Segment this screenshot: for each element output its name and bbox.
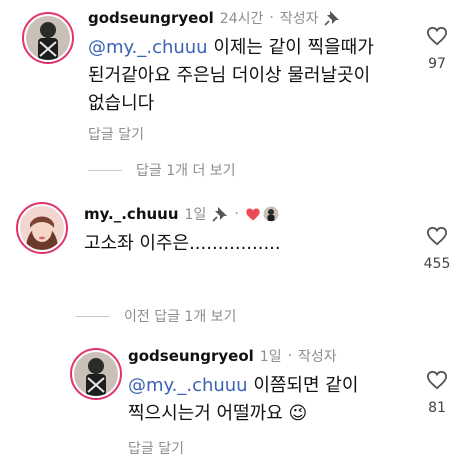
thread-line — [76, 315, 110, 317]
comment-text-line: 찍으시는거 어떨까요 — [128, 403, 283, 424]
comment-text-line: 된거같아요 주은님 더이상 물러날곳이 — [88, 65, 371, 86]
separator-dot: · — [269, 10, 274, 26]
comment-text: @my._.chuuu 이쯤되면 같이 찍으시는거 어떨까요 😉 — [128, 372, 408, 428]
pin-icon — [324, 11, 340, 26]
avatar[interactable] — [16, 202, 68, 254]
like-count: 81 — [428, 400, 446, 416]
author-label: 작성자 — [298, 349, 337, 365]
avatar-photo — [20, 206, 64, 250]
avatar[interactable] — [22, 12, 74, 64]
comment-3-reply: godseungryeol 1일 · 작성자 @my._.chuuu 이쯤되면 … — [0, 338, 474, 471]
comment-2: my._.chuuu 1일 · 고소좌 이주은................ … — [0, 196, 474, 286]
comment-header: godseungryeol 1일 · 작성자 — [128, 346, 337, 366]
thread-line — [88, 169, 122, 171]
comment-text: 고소좌 이주은................ — [84, 233, 281, 254]
heart-icon[interactable] — [426, 370, 448, 390]
timestamp: 24시간 — [219, 11, 264, 27]
red-heart-icon — [246, 208, 260, 220]
timestamp: 1일 — [259, 349, 282, 365]
reply-button[interactable]: 답글 달기 — [128, 438, 184, 458]
like-count: 97 — [428, 56, 446, 72]
comment-text-line: 이쯤되면 같이 — [247, 375, 359, 396]
view-previous-replies-label: 이전 답글 1개 보기 — [124, 309, 237, 325]
comment-1: godseungryeol 24시간 · 작성자 @my._.chuuu 이제는… — [0, 0, 474, 150]
timestamp: 1일 — [184, 207, 207, 223]
creator-avatar-icon — [263, 206, 279, 222]
username[interactable]: my._.chuuu — [84, 205, 179, 223]
username[interactable]: godseungryeol — [128, 347, 254, 365]
comment-text-line: 이제는 같이 찍을때가 — [207, 37, 374, 58]
separator-dot: · — [234, 206, 239, 222]
mention-link[interactable]: @my._.chuuu — [128, 375, 248, 396]
comment-header: my._.chuuu 1일 · — [84, 204, 279, 224]
heart-icon[interactable] — [426, 226, 448, 246]
avatar-photo — [26, 16, 70, 60]
view-more-replies-label: 답글 1개 더 보기 — [136, 163, 236, 179]
like-count: 455 — [423, 256, 451, 272]
wink-emoji: 😉 — [288, 403, 308, 424]
avatar-photo — [74, 352, 118, 396]
separator-dot: · — [287, 348, 293, 364]
author-label: 작성자 — [279, 11, 319, 27]
pin-icon — [212, 207, 228, 222]
view-more-replies[interactable]: 답글 1개 더 보기 — [88, 160, 236, 180]
comment-text-line: 없습니다 — [88, 93, 155, 114]
comment-header: godseungryeol 24시간 · 작성자 — [88, 8, 340, 28]
mention-link[interactable]: @my._.chuuu — [88, 37, 208, 58]
reply-button[interactable]: 답글 달기 — [88, 124, 144, 144]
avatar[interactable] — [70, 348, 122, 400]
liked-by-creator — [245, 206, 279, 222]
username[interactable]: godseungryeol — [88, 9, 214, 27]
view-previous-replies[interactable]: 이전 답글 1개 보기 — [76, 306, 236, 326]
comment-text: @my._.chuuu 이제는 같이 찍을때가 된거같아요 주은님 더이상 물러… — [88, 34, 408, 118]
heart-icon[interactable] — [426, 26, 448, 46]
